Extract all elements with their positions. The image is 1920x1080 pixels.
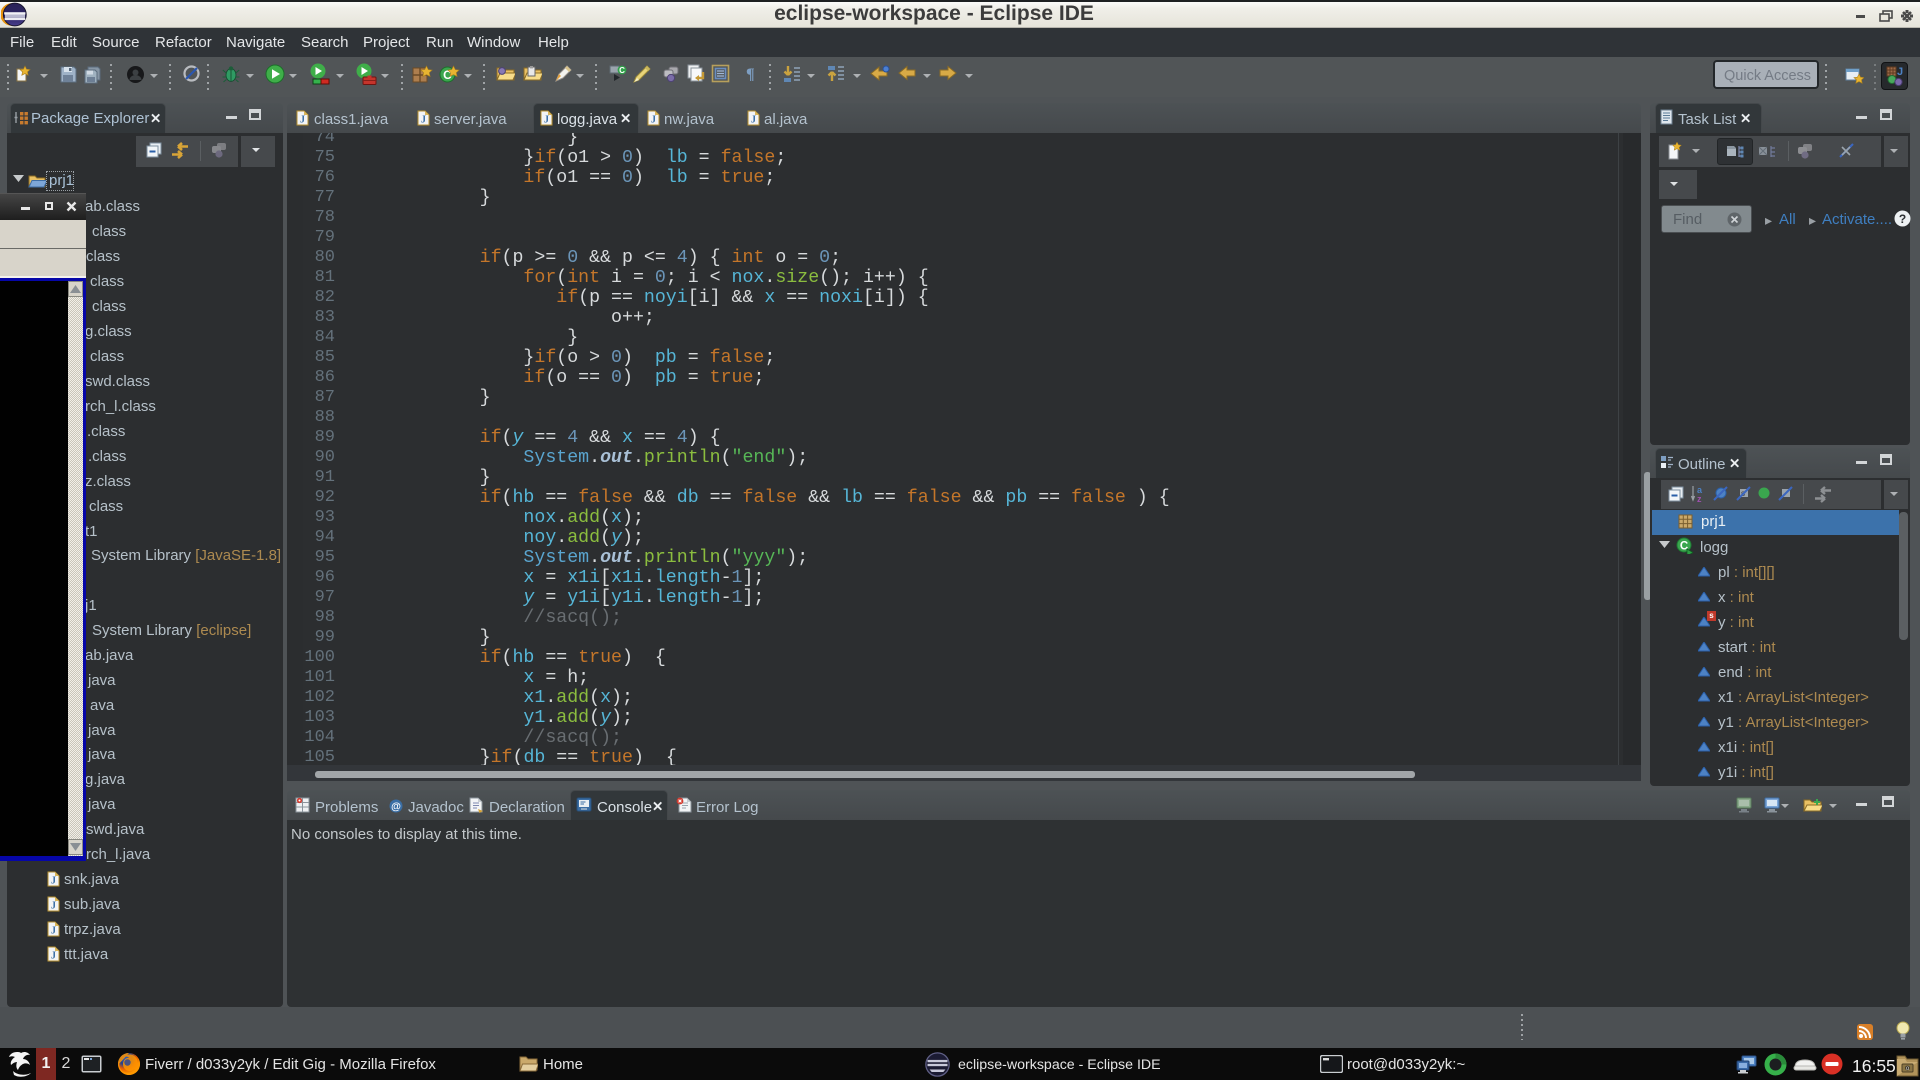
svg-text:J: J [651, 115, 656, 126]
svg-text:J: J [751, 115, 756, 126]
svg-text:J: J [1897, 66, 1903, 78]
svg-text:J: J [544, 115, 549, 126]
svg-text:J: J [300, 115, 305, 126]
svg-text:J: J [51, 901, 56, 912]
svg-text:@: @ [391, 802, 401, 813]
svg-text:J: J [51, 876, 56, 887]
svg-text:J: J [421, 115, 426, 126]
svg-text:¶: ¶ [746, 66, 755, 82]
svg-text:C: C [619, 66, 625, 75]
svg-text:?: ? [1899, 212, 1906, 226]
svg-text:J: J [51, 926, 56, 937]
svg-text:J: J [51, 951, 56, 962]
svg-text:z: z [1697, 494, 1702, 503]
